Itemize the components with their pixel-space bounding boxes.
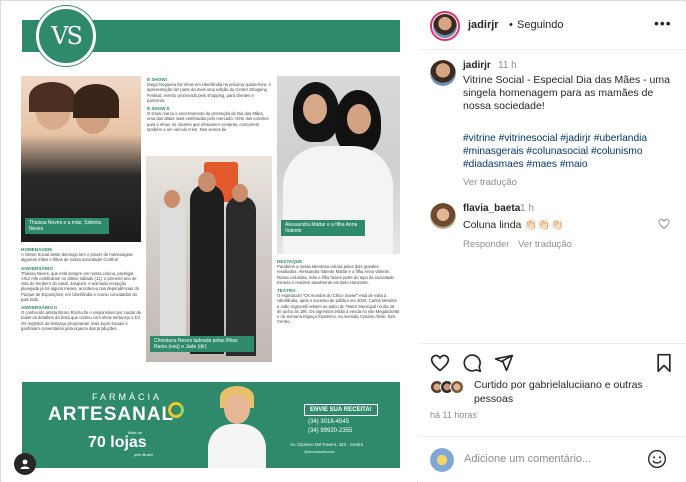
- column-body: Diego Nogueira faz show em Uberlândia na…: [147, 82, 271, 103]
- column-text-events: É SHOW! Diego Nogueira faz show em Uberl…: [147, 74, 271, 132]
- column-body: A Vitrine Social deste domingo tem o pra…: [21, 252, 133, 263]
- logo-text: VS: [51, 22, 83, 50]
- ad-recipe-button: ENVIE SUA RECEITA!: [304, 404, 378, 416]
- column-text-highlights: DESTAQUE Parabéns a nossa talentosa colu…: [277, 256, 400, 324]
- caption-hashtags[interactable]: #vitrine #vitrinesocial #jadirjr #uberla…: [463, 132, 678, 171]
- vitrine-social-logo: VS: [36, 6, 96, 66]
- likes-text[interactable]: Curtido por gabrielaluciiano e outras pe…: [474, 378, 684, 406]
- following-button[interactable]: Seguindo: [517, 19, 564, 31]
- ad-address: Av. Cipriano Del Favero, 342 - Centro: [290, 442, 364, 447]
- ad-brand: ARTESANAL: [48, 404, 175, 425]
- column-body: O conhecido artista Bruno Rocha foi o re…: [21, 310, 142, 331]
- liker-avatars[interactable]: [430, 380, 470, 394]
- comment-reply-link[interactable]: Responder: [463, 239, 509, 250]
- photo-caption-3: Alessandra Mattar e a filha Anna Valente: [281, 220, 365, 236]
- commenter-username[interactable]: flavia_baeta: [463, 203, 520, 214]
- user-icon: [20, 459, 30, 469]
- post-sidebar: jadirjr • Seguindo ••• jadirjr 11 h Vitr…: [418, 2, 686, 482]
- comment-translate-link[interactable]: Ver tradução: [518, 239, 572, 250]
- photo-caption-1: Thaissa Neves e a mãe, Sidnéia Neves: [25, 218, 109, 234]
- more-horizontal-icon[interactable]: •••: [654, 15, 672, 31]
- share-icon[interactable]: [494, 353, 514, 373]
- pharmacy-ad-banner: FARMÁCIA ARTESANAL Mais de 70 lojas pelo…: [22, 382, 400, 468]
- smiley-icon[interactable]: [647, 449, 667, 469]
- column-body: Parabéns a nossa talentosa coluna pelos …: [277, 264, 394, 285]
- photo-mother-daughter-1: Thaissa Neves e a mãe, Sidnéia Neves: [21, 76, 141, 242]
- post-header: jadirjr • Seguindo •••: [418, 2, 686, 50]
- author-avatar[interactable]: [430, 11, 460, 41]
- ad-pelo-brasil: pelo Brasil: [134, 452, 153, 457]
- add-comment-bar: [418, 436, 686, 482]
- action-bar: [418, 343, 686, 379]
- bookmark-icon[interactable]: [654, 353, 674, 373]
- author-username[interactable]: jadirjr: [468, 19, 499, 31]
- current-user-avatar[interactable]: [430, 448, 454, 472]
- add-comment-input[interactable]: [464, 447, 644, 471]
- ad-brand-small: FARMÁCIA: [92, 392, 163, 402]
- ad-phone-2: (34) 99920-2355: [308, 428, 353, 434]
- photo-mother-daughter-3: Alessandra Mattar e a filha Anna Valente: [277, 76, 400, 254]
- column-body: Thaissa Neves, que está sempre em nossa …: [21, 270, 140, 302]
- column-body: O espetáculo "Os mundos do Chico Xavier"…: [277, 293, 400, 325]
- caption-username[interactable]: jadirjr: [463, 60, 491, 71]
- caption-author-avatar[interactable]: [430, 60, 456, 86]
- post-image[interactable]: VS Thaissa Neves e a mãe, Sidnéia Neves …: [2, 2, 417, 482]
- ad-store-count: 70 lojas: [88, 434, 147, 451]
- caption-translate-link[interactable]: Ver tradução: [463, 177, 517, 188]
- heart-outline-icon: [658, 218, 670, 230]
- ad-model-photo: [202, 384, 272, 468]
- column-text-homage: HOMENAGEM A Vitrine Social deste domingo…: [21, 244, 142, 331]
- caption-timestamp[interactable]: 11 h: [498, 60, 517, 71]
- commenter-avatar[interactable]: [430, 203, 456, 229]
- heart-icon[interactable]: [430, 353, 450, 373]
- tagged-users-button[interactable]: [14, 453, 36, 475]
- post-modal: VS Thaissa Neves e a mãe, Sidnéia Neves …: [0, 0, 686, 482]
- ad-phone-1: (34) 3016-4545: [308, 419, 350, 425]
- post-timestamp[interactable]: há 11 horas: [430, 410, 477, 420]
- photo-caption-2: Christiana Neves ladeada pelas filhas Ra…: [150, 336, 254, 352]
- separator-dot: •: [509, 19, 513, 31]
- photo-mother-daughters-2: Christiana Neves ladeada pelas filhas Ra…: [146, 156, 272, 362]
- brand-leaf-icon: [168, 402, 184, 418]
- ad-social: @farmaciaartesanal: [304, 450, 335, 454]
- comment-icon[interactable]: [462, 353, 482, 373]
- caption-text: Vitrine Social - Especial Dia das Mães -…: [463, 74, 670, 112]
- comment-text: Coluna linda 👏🏻👏🏻👏🏻: [463, 219, 564, 231]
- comment-like-icon[interactable]: [658, 218, 670, 233]
- comments-section: jadirjr 11 h Vitrine Social - Especial D…: [418, 50, 686, 340]
- column-body: O show marca o encerramento da promoção …: [147, 111, 269, 132]
- comment-timestamp[interactable]: 1 h: [520, 203, 534, 214]
